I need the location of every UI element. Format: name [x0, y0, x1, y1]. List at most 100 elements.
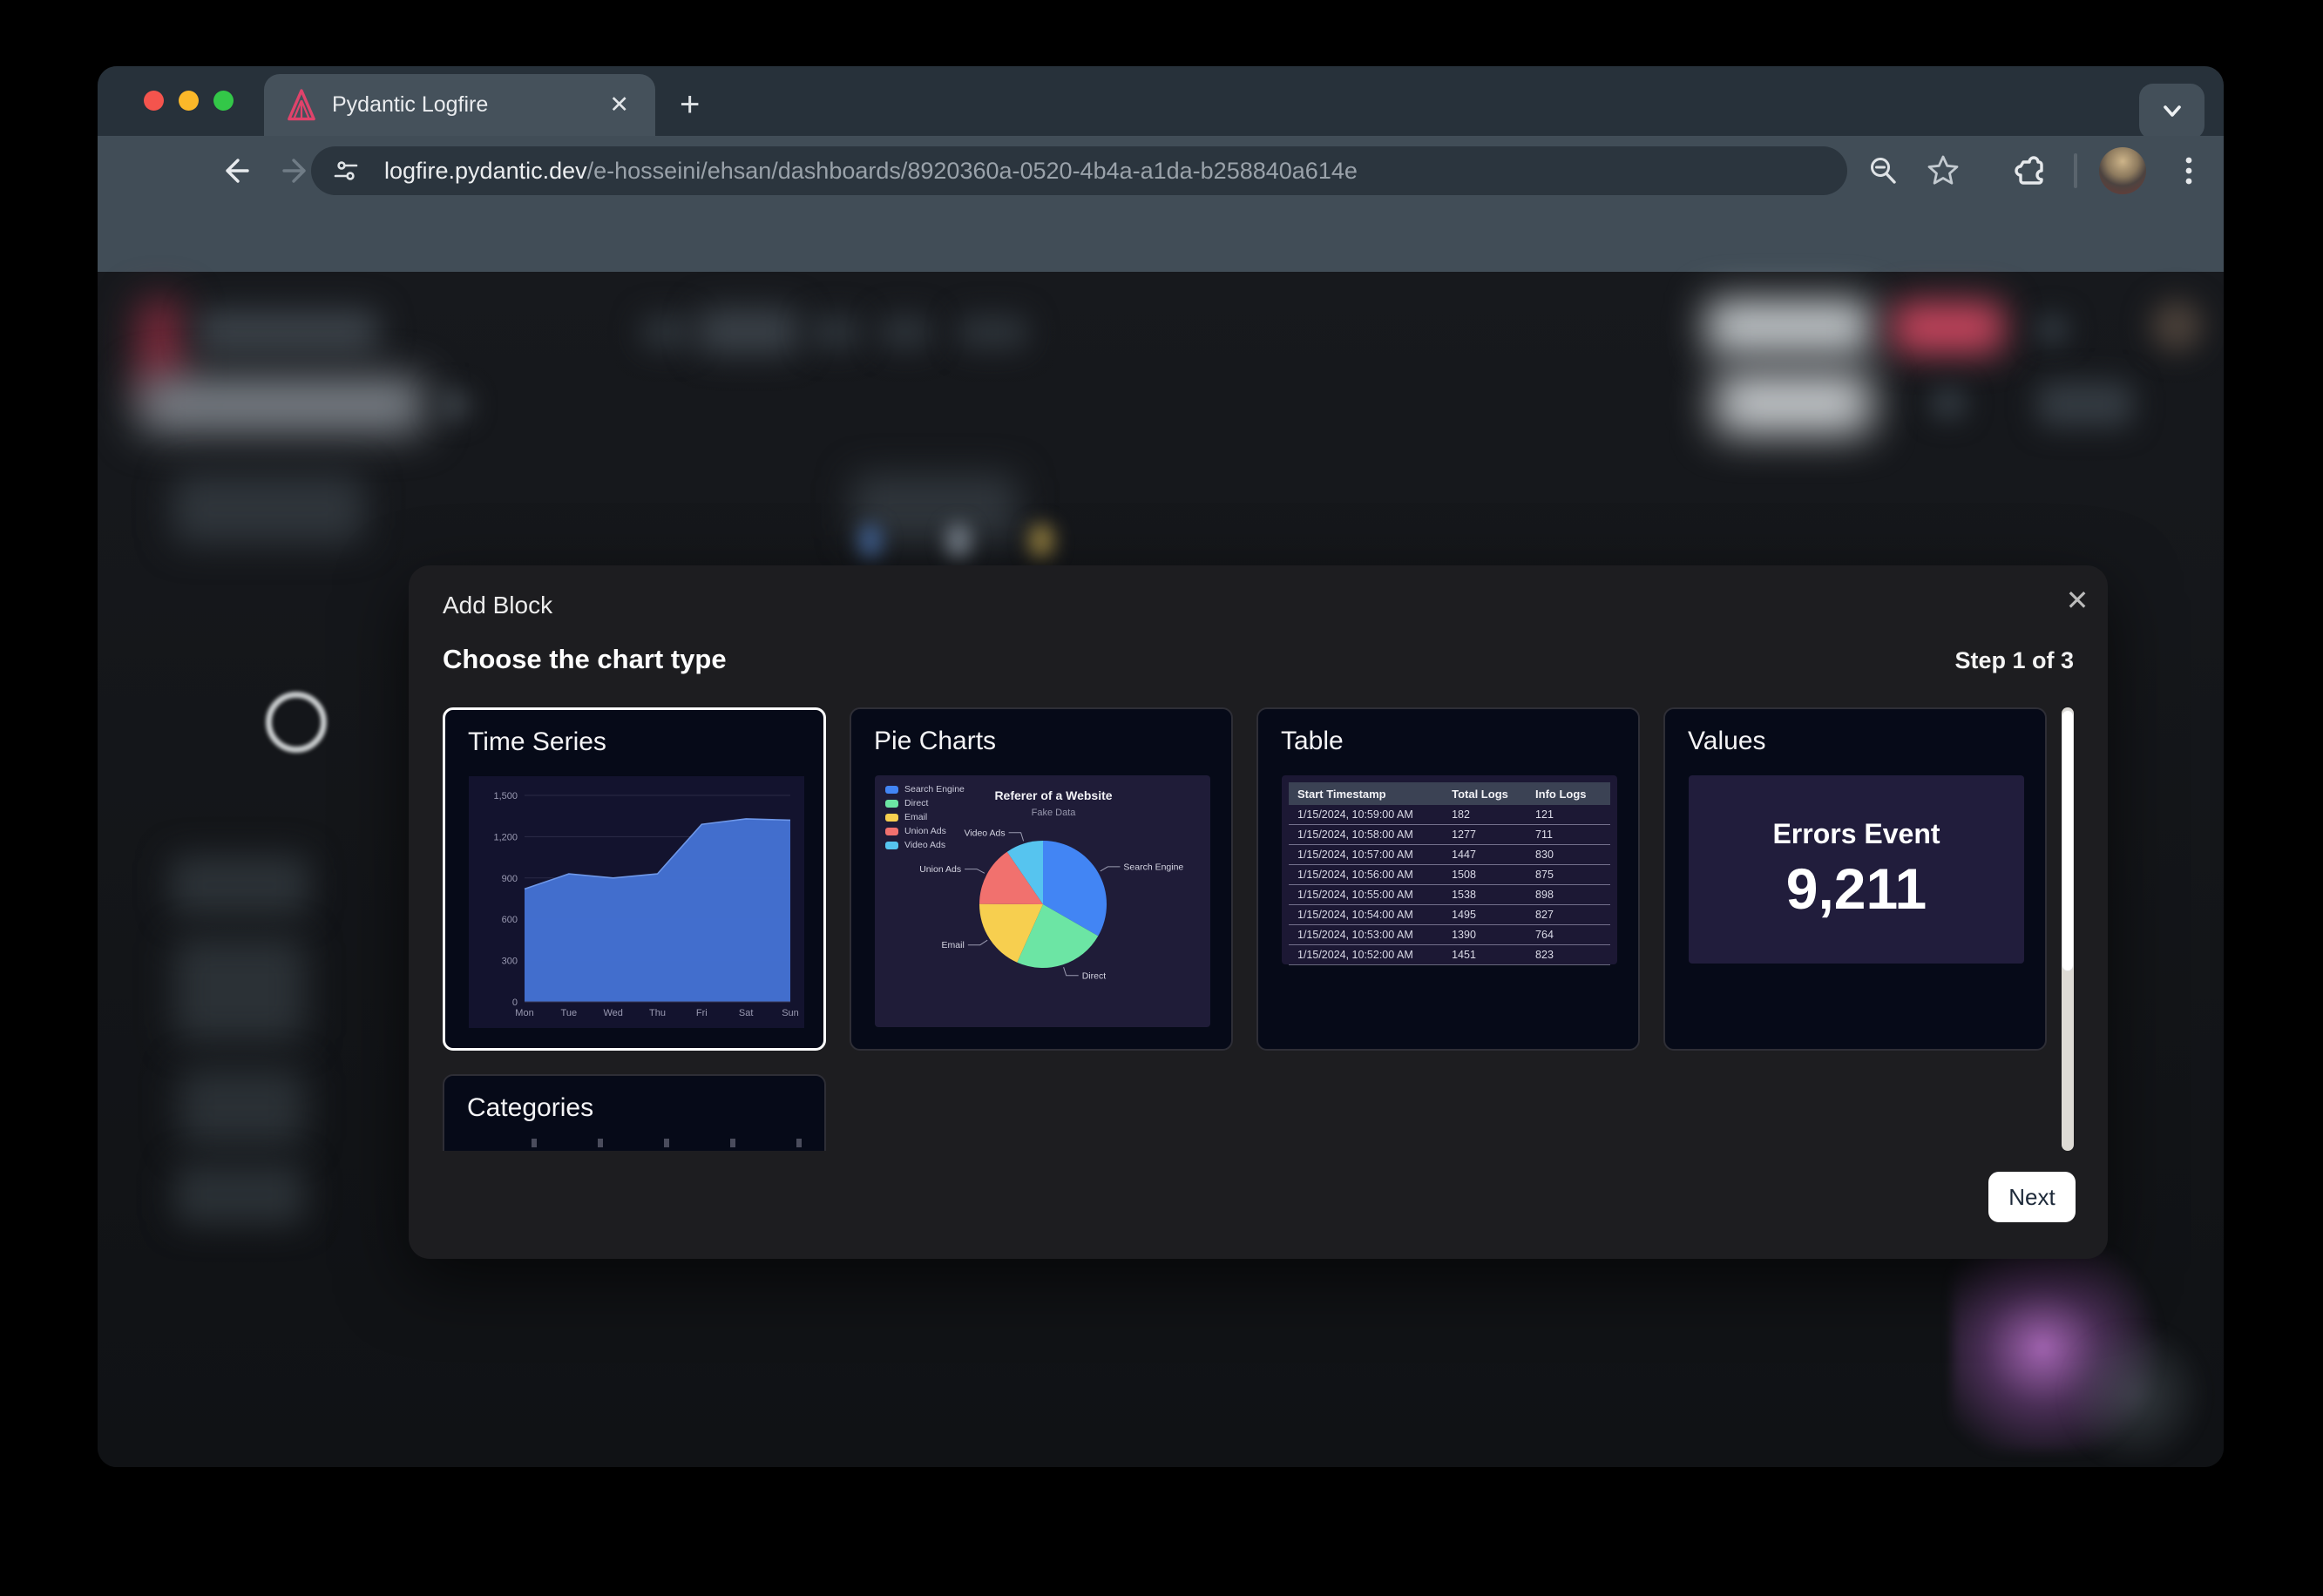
table-cell: 1/15/2024, 10:59:00 AM: [1289, 805, 1443, 825]
chart-type-list: Time Series 03006009001,2001,500MonTueWe…: [443, 707, 2062, 1151]
table-cell: 827: [1527, 905, 1610, 925]
modal-scrollbar[interactable]: [2062, 707, 2074, 1151]
svg-text:Thu: Thu: [649, 1008, 666, 1018]
bg-nav-item-blob: [697, 308, 800, 354]
close-traffic-light[interactable]: [144, 91, 164, 111]
categories-preview-sliver: [532, 1139, 802, 1147]
forward-arrow-icon: [280, 153, 315, 188]
maximize-traffic-light[interactable]: [213, 91, 234, 111]
bg-red-button-blob: [1893, 301, 2004, 354]
back-button[interactable]: [210, 146, 259, 195]
table-row: 1/15/2024, 10:58:00 AM1277711: [1289, 825, 1610, 845]
legend-label: Email: [904, 812, 927, 822]
bg-avatar-blob: [2150, 300, 2203, 352]
zoom-indicator-button[interactable]: [1859, 146, 1907, 195]
card-title: Table: [1281, 727, 1344, 756]
preview-table: Start TimestampTotal LogsInfo Logs1/15/2…: [1289, 782, 1610, 965]
table-cell: 1447: [1443, 845, 1527, 865]
step-indicator: Step 1 of 3: [1954, 647, 2074, 674]
zoom-out-icon: [1866, 153, 1900, 188]
table-cell: 1/15/2024, 10:57:00 AM: [1289, 845, 1443, 865]
legend-label: Union Ads: [904, 826, 946, 836]
browser-menu-button[interactable]: [2164, 146, 2213, 195]
table-cell: 875: [1527, 865, 1610, 885]
legend-item: Email: [885, 812, 965, 822]
card-table[interactable]: Table Start TimestampTotal LogsInfo Logs…: [1256, 707, 1640, 1051]
bg-page-title-blob: [138, 378, 425, 432]
table-cell: 1/15/2024, 10:52:00 AM: [1289, 945, 1443, 965]
scrollbar-thumb[interactable]: [2062, 710, 2074, 971]
profile-button[interactable]: [2098, 146, 2147, 195]
svg-text:Referer of a Website: Referer of a Website: [994, 788, 1112, 802]
card-title: Pie Charts: [874, 727, 996, 756]
table-row: 1/15/2024, 10:53:00 AM1390764: [1289, 925, 1610, 945]
tab-search-button[interactable]: [2139, 84, 2204, 139]
bg-gauge-ring-blob: [266, 692, 327, 753]
table-cell: 1/15/2024, 10:55:00 AM: [1289, 885, 1443, 905]
svg-text:Search Engine: Search Engine: [1123, 862, 1183, 872]
kebab-menu-icon: [2184, 152, 2194, 190]
table-cell: 1/15/2024, 10:58:00 AM: [1289, 825, 1443, 845]
legend-item: Video Ads: [885, 840, 965, 850]
next-button[interactable]: Next: [1988, 1172, 2076, 1222]
card-title: Values: [1688, 727, 1766, 756]
svg-text:1,500: 1,500: [493, 791, 518, 801]
browser-toolbar: logfire.pydantic.dev/e-hosseini/ehsan/da…: [98, 136, 2224, 272]
legend-chip: [885, 842, 898, 849]
window-chevron-down-icon: [2159, 104, 2185, 119]
bg-white-button-blob: [1706, 300, 1872, 354]
modal-subtitle: Choose the chart type: [443, 644, 727, 675]
minimize-traffic-light[interactable]: [179, 91, 199, 111]
bg-list-blob: [174, 937, 305, 1042]
address-bar[interactable]: logfire.pydantic.dev/e-hosseini/ehsan/da…: [311, 146, 1847, 195]
svg-text:Video Ads: Video Ads: [964, 828, 1005, 838]
bg-nav-item-blob: [957, 314, 1028, 349]
card-values[interactable]: Values Errors Event 9,211: [1663, 707, 2047, 1051]
metric-label: Errors Event: [1772, 818, 1940, 850]
toolbar-divider: [2074, 153, 2077, 188]
svg-text:Wed: Wed: [603, 1008, 622, 1018]
svg-text:Fri: Fri: [696, 1008, 708, 1018]
legend-item: Search Engine: [885, 784, 965, 795]
table-cell: 1/15/2024, 10:53:00 AM: [1289, 925, 1443, 945]
extensions-button[interactable]: [2006, 146, 2055, 195]
svg-text:Union Ads: Union Ads: [919, 864, 961, 875]
svg-text:Direct: Direct: [1082, 970, 1107, 981]
legend-chip: [885, 786, 898, 794]
modal-title: Add Block: [443, 592, 552, 619]
browser-tab[interactable]: Pydantic Logfire ✕: [264, 74, 655, 136]
table-cell: 1508: [1443, 865, 1527, 885]
table-row: 1/15/2024, 10:54:00 AM1495827: [1289, 905, 1610, 925]
url-text[interactable]: logfire.pydantic.dev/e-hosseini/ehsan/da…: [384, 158, 1358, 185]
bg-nav-item-blob: [809, 314, 863, 349]
browser-titlebar: Pydantic Logfire ✕ +: [98, 66, 2224, 136]
card-pie-charts[interactable]: Pie Charts Referer of a WebsiteFake Data…: [850, 707, 1233, 1051]
url-domain: logfire.pydantic.dev: [384, 158, 587, 184]
table-cell: 1451: [1443, 945, 1527, 965]
bg-brand-text-blob: [196, 310, 379, 352]
table-cell: 1538: [1443, 885, 1527, 905]
card-title: Categories: [467, 1093, 593, 1123]
bg-legend-dot-white-blob: [945, 524, 972, 558]
bg-list-blob: [179, 1068, 305, 1146]
pie-chart-preview: Referer of a WebsiteFake DataSearch Engi…: [875, 775, 1210, 1027]
card-title: Time Series: [468, 727, 606, 757]
add-block-modal: Add Block ✕ Choose the chart type Step 1…: [409, 565, 2108, 1259]
tab-title: Pydantic Logfire: [332, 92, 488, 118]
table-header-cell: Info Logs: [1527, 782, 1610, 805]
new-tab-icon[interactable]: +: [680, 85, 700, 125]
bg-list-blob: [170, 855, 309, 916]
tab-close-icon[interactable]: ✕: [609, 91, 629, 118]
legend-item: Union Ads: [885, 826, 965, 836]
modal-close-icon[interactable]: ✕: [2058, 581, 2096, 619]
svg-text:Sat: Sat: [739, 1008, 754, 1018]
site-controls-icon[interactable]: [330, 155, 362, 186]
bookmark-star-icon: [1925, 152, 1961, 189]
table-cell: 823: [1527, 945, 1610, 965]
card-time-series[interactable]: Time Series 03006009001,2001,500MonTueWe…: [443, 707, 826, 1051]
table-row: 1/15/2024, 10:57:00 AM1447830: [1289, 845, 1610, 865]
bookmark-button[interactable]: [1919, 146, 1967, 195]
time-series-preview: 03006009001,2001,500MonTueWedThuFriSatSu…: [469, 776, 804, 1028]
screen: Pydantic Logfire ✕ +: [0, 0, 2323, 1596]
card-categories[interactable]: Categories: [443, 1074, 826, 1151]
